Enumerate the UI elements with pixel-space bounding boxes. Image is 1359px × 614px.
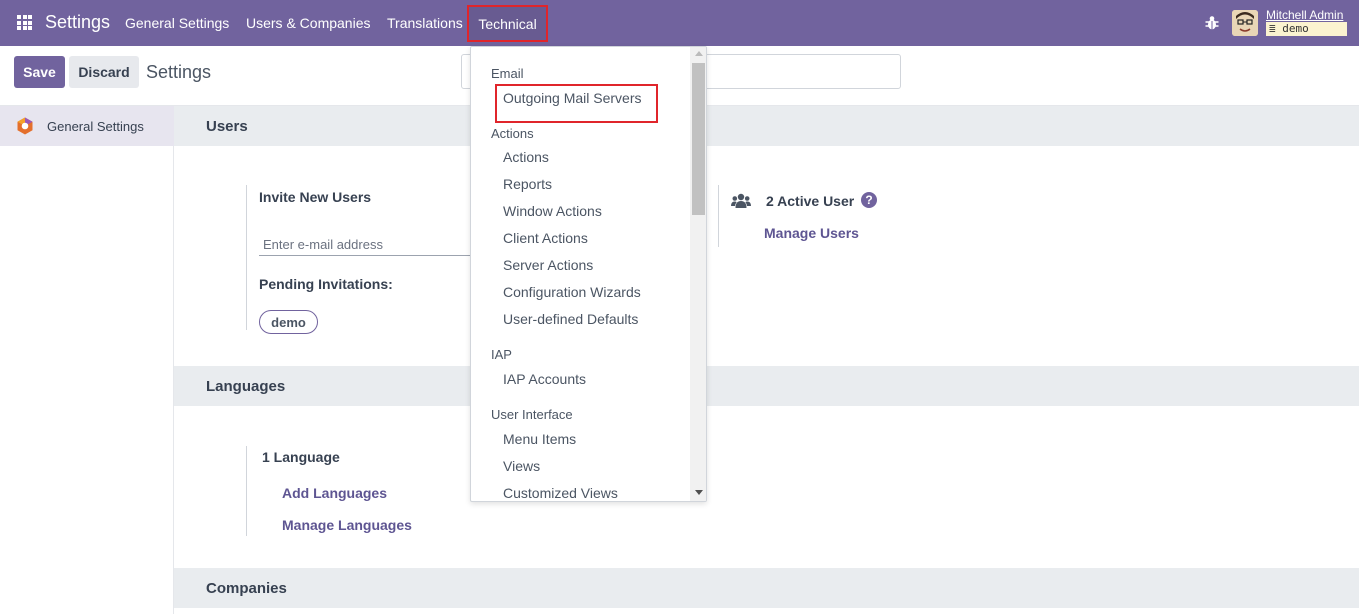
active-users-count: 2 Active User xyxy=(766,193,855,209)
setting-divider xyxy=(246,446,247,536)
discard-button[interactable]: Discard xyxy=(69,56,139,88)
sidebar-item-label: General Settings xyxy=(47,119,144,134)
setting-divider xyxy=(718,185,719,247)
highlight-annotation xyxy=(495,84,658,123)
settings-sidebar: General Settings xyxy=(0,106,174,614)
dropdown-scrollbar[interactable] xyxy=(690,47,706,501)
menu-translations[interactable]: Translations xyxy=(387,15,463,31)
section-header-languages: Languages xyxy=(174,366,1359,406)
save-button[interactable]: Save xyxy=(14,56,65,88)
menu-item-client-actions[interactable]: Client Actions xyxy=(503,230,588,246)
pending-invitation-tag[interactable]: demo xyxy=(259,310,318,334)
menu-general-settings[interactable]: General Settings xyxy=(125,15,229,31)
database-name: demo xyxy=(1282,22,1309,35)
menu-item-customized-views[interactable]: Customized Views xyxy=(503,485,618,501)
app-brand[interactable]: Settings xyxy=(45,12,110,33)
sidebar-item-general-settings[interactable]: General Settings xyxy=(0,106,174,146)
help-question-icon[interactable]: ? xyxy=(861,192,877,208)
manage-users-link[interactable]: Manage Users xyxy=(764,225,859,241)
pending-invitations-label: Pending Invitations: xyxy=(259,276,393,292)
menu-item-window-actions[interactable]: Window Actions xyxy=(503,203,602,219)
apps-menu-icon[interactable] xyxy=(17,15,32,30)
user-name[interactable]: Mitchell Admin xyxy=(1266,8,1343,22)
scroll-thumb[interactable] xyxy=(692,63,705,215)
menu-group-email: Email xyxy=(491,66,524,81)
users-group-icon xyxy=(731,193,751,208)
section-header-users: Users xyxy=(174,106,1359,146)
user-avatar[interactable] xyxy=(1232,10,1258,36)
menu-item-views[interactable]: Views xyxy=(503,458,540,474)
email-field[interactable]: Enter e-mail address xyxy=(259,232,471,256)
menu-item-configuration-wizards[interactable]: Configuration Wizards xyxy=(503,284,641,300)
invite-users-label: Invite New Users xyxy=(259,189,372,205)
menu-item-server-actions[interactable]: Server Actions xyxy=(503,257,593,273)
language-count: 1 Language xyxy=(262,449,340,465)
setting-divider xyxy=(246,185,247,330)
menu-item-user-defined-defaults[interactable]: User-defined Defaults xyxy=(503,311,638,327)
menu-item-menu-items[interactable]: Menu Items xyxy=(503,431,576,447)
menu-item-actions[interactable]: Actions xyxy=(503,149,549,165)
database-badge: ≣ demo xyxy=(1266,22,1347,36)
email-placeholder: Enter e-mail address xyxy=(263,237,383,252)
menu-item-reports[interactable]: Reports xyxy=(503,176,552,192)
top-navbar: Settings General Settings Users & Compan… xyxy=(0,0,1359,46)
technical-dropdown-menu: Email Outgoing Mail Servers Actions Acti… xyxy=(470,46,707,502)
scroll-down-arrow-icon[interactable] xyxy=(695,490,703,495)
manage-languages-link[interactable]: Manage Languages xyxy=(282,517,412,533)
section-title-users: Users xyxy=(206,118,248,135)
menu-item-iap-accounts[interactable]: IAP Accounts xyxy=(503,371,586,387)
menu-group-iap: IAP xyxy=(491,347,512,362)
menu-users-companies[interactable]: Users & Companies xyxy=(246,15,371,31)
odoo-settings-logo-icon xyxy=(17,117,33,135)
scroll-up-arrow-icon[interactable] xyxy=(695,51,703,56)
add-languages-link[interactable]: Add Languages xyxy=(282,485,387,501)
section-title-companies: Companies xyxy=(206,580,287,597)
section-title-languages: Languages xyxy=(206,378,286,395)
menu-technical[interactable]: Technical xyxy=(467,5,548,42)
page-title: Settings xyxy=(146,62,212,82)
menu-group-actions: Actions xyxy=(491,126,534,141)
menu-group-user-interface: User Interface xyxy=(491,407,573,422)
section-header-companies: Companies xyxy=(174,568,1359,608)
debug-bug-icon[interactable] xyxy=(1205,15,1219,31)
